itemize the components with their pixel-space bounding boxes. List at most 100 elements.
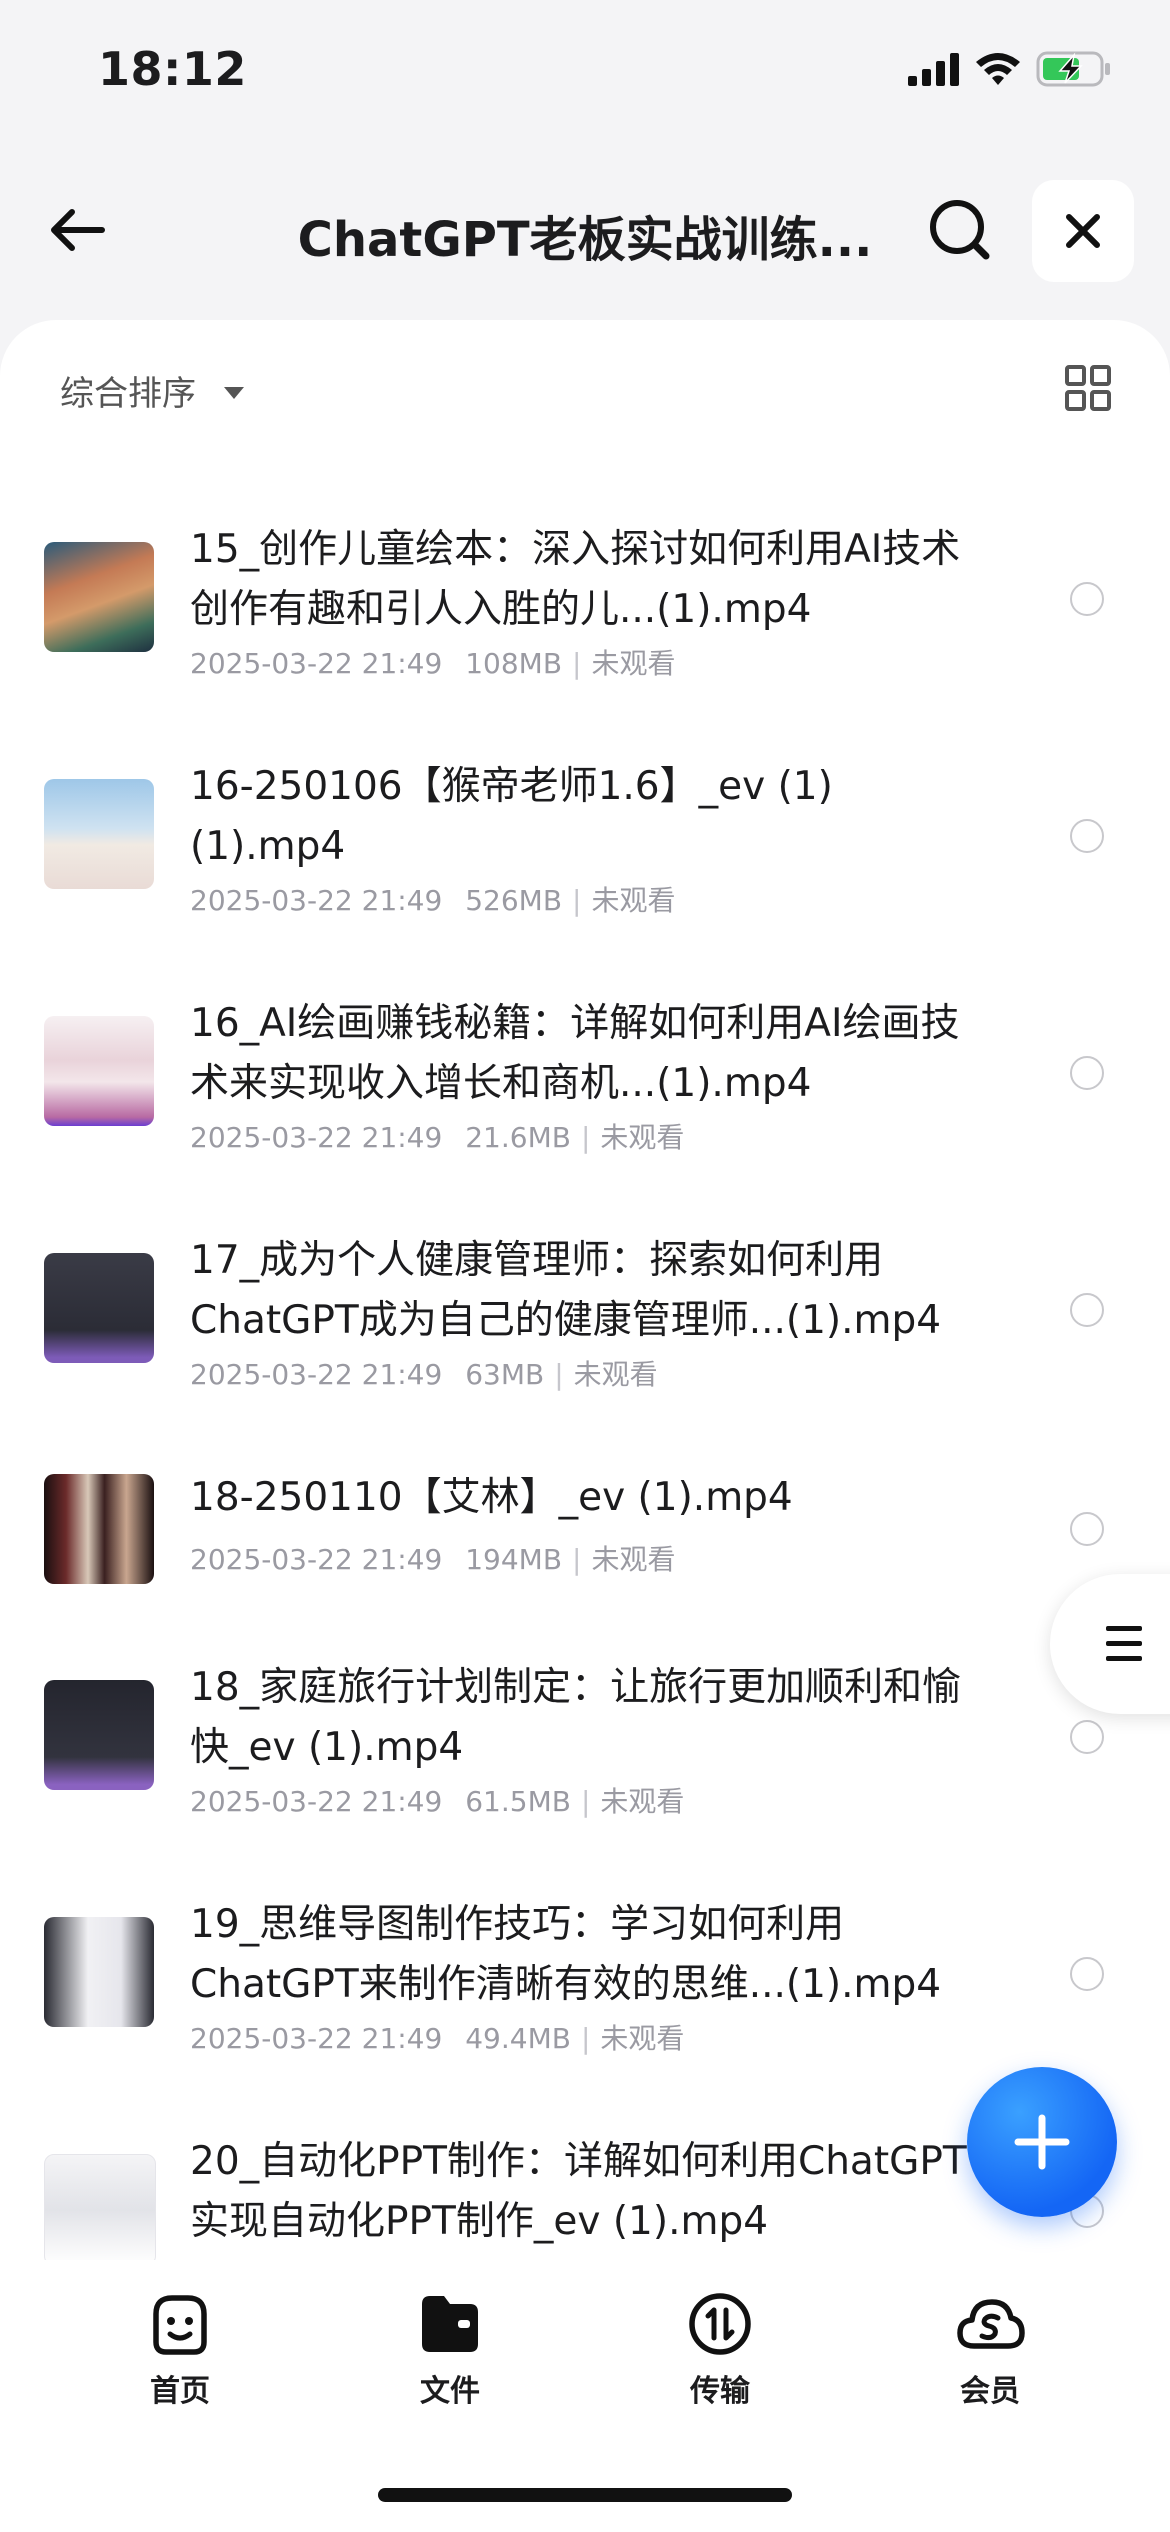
- tab-home[interactable]: 首页: [110, 2288, 250, 2410]
- tab-vip[interactable]: 会员: [920, 2288, 1060, 2410]
- list-item[interactable]: 15_创作儿童绘本：深入探讨如何利用AI技术创作有趣和引人入胜的儿...(1).…: [0, 500, 1170, 737]
- file-date: 2025-03-22 21:49: [190, 1121, 443, 1154]
- transfer-icon: [689, 2293, 751, 2355]
- list-item[interactable]: 18-250110【艾林】_ev (1).mp4 2025-03-22 21:4…: [0, 1448, 1170, 1638]
- file-list: 15_创作儿童绘本：深入探讨如何利用AI技术创作有趣和引人入胜的儿...(1).…: [0, 500, 1170, 2260]
- file-meta: 2025-03-22 21:49 49.4MB | 未观看: [190, 2017, 684, 2057]
- watch-status: 未观看: [591, 1543, 676, 1576]
- meta-divider: |: [572, 647, 582, 680]
- file-name: 17_成为个人健康管理师：探索如何利用ChatGPT成为自己的健康管理师...(…: [190, 1238, 942, 1343]
- file-size: 194MB: [465, 1543, 563, 1576]
- file-date: 2025-03-22 21:49: [190, 1358, 443, 1391]
- caret-down-icon: [224, 386, 244, 399]
- file-size: 49.4MB: [465, 2022, 571, 2055]
- file-meta: 2025-03-22 21:49 63MB | 未观看: [190, 1353, 658, 1393]
- list-item[interactable]: 17_成为个人健康管理师：探索如何利用ChatGPT成为自己的健康管理师...(…: [0, 1211, 1170, 1448]
- file-name: 15_创作儿童绘本：深入探讨如何利用AI技术创作有趣和引人入胜的儿...(1).…: [190, 527, 961, 632]
- file-name: 16_AI绘画赚钱秘籍：详解如何利用AI绘画技术来实现收入增长和商机...(1)…: [190, 1001, 960, 1106]
- file-size: 108MB: [465, 647, 563, 680]
- tab-label: 首页: [150, 2374, 210, 2409]
- tab-label: 传输: [690, 2374, 750, 2409]
- tab-files[interactable]: 文件: [380, 2288, 520, 2410]
- file-date: 2025-03-22 21:49: [190, 1543, 443, 1576]
- list-item[interactable]: 19_思维导图制作技巧：学习如何利用ChatGPT来制作清晰有效的思维...(1…: [0, 1875, 1170, 2112]
- meta-divider: |: [580, 1121, 591, 1154]
- meta-divider: |: [572, 884, 582, 917]
- sort-label: 综合排序: [60, 374, 196, 414]
- home-indicator: [378, 2488, 792, 2502]
- list-item[interactable]: 16_AI绘画赚钱秘籍：详解如何利用AI绘画技术来实现收入增长和商机...(1)…: [0, 974, 1170, 1211]
- file-size: 61.5MB: [465, 1785, 571, 1818]
- file-date: 2025-03-22 21:49: [190, 647, 443, 680]
- video-thumbnail: [44, 1474, 154, 1584]
- arrow-left-icon: [51, 209, 105, 251]
- search-icon: [930, 200, 990, 260]
- file-date: 2025-03-22 21:49: [190, 1785, 443, 1818]
- file-name: 20_自动化PPT制作：详解如何利用ChatGPT实现自动化PPT制作_ev (…: [190, 2139, 967, 2244]
- file-name: 19_思维导图制作技巧：学习如何利用ChatGPT来制作清晰有效的思维...(1…: [190, 1902, 942, 2007]
- file-size: 21.6MB: [465, 1121, 571, 1154]
- add-button[interactable]: [967, 2067, 1117, 2217]
- file-name: 18-250110【艾林】_ev (1).mp4: [190, 1475, 793, 1520]
- grid-view-button[interactable]: [1064, 364, 1112, 412]
- meta-divider: |: [580, 2022, 591, 2055]
- wifi-icon: [976, 53, 1020, 85]
- file-meta: 2025-03-22 21:49 194MB | 未观看: [190, 1538, 676, 1578]
- search-button[interactable]: [920, 190, 1000, 270]
- close-icon: [1066, 214, 1100, 248]
- watch-status: 未观看: [591, 884, 676, 917]
- file-meta: 2025-03-22 21:49 526MB | 未观看: [190, 879, 676, 919]
- close-button[interactable]: [1032, 180, 1134, 282]
- meta-divider: |: [580, 1785, 591, 1818]
- file-size: 63MB: [465, 1358, 545, 1391]
- battery-charging-icon: [1036, 51, 1110, 87]
- smile-face-icon: [153, 2295, 207, 2355]
- watch-status: 未观看: [600, 1785, 685, 1818]
- watch-status: 未观看: [600, 2022, 685, 2055]
- select-radio[interactable]: [1070, 819, 1104, 853]
- file-date: 2025-03-22 21:49: [190, 884, 443, 917]
- file-name: 16-250106【猴帝老师1.6】_ev (1) (1).mp4: [190, 764, 833, 869]
- video-thumbnail: [44, 1253, 154, 1363]
- watch-status: 未观看: [573, 1358, 658, 1391]
- back-button[interactable]: [40, 190, 120, 270]
- tab-label: 会员: [960, 2374, 1020, 2409]
- list-item[interactable]: 16-250106【猴帝老师1.6】_ev (1) (1).mp4 2025-0…: [0, 737, 1170, 974]
- file-meta: 2025-03-22 21:49 61.5MB | 未观看: [190, 1780, 684, 1820]
- list-item[interactable]: 18_家庭旅行计划制定：让旅行更加顺利和愉快_ev (1).mp4 2025-0…: [0, 1638, 1170, 1875]
- watch-status: 未观看: [591, 647, 676, 680]
- video-thumbnail: [44, 779, 154, 889]
- status-time: 18:12: [98, 42, 247, 96]
- status-icons: [908, 50, 1112, 88]
- file-name: 18_家庭旅行计划制定：让旅行更加顺利和愉快_ev (1).mp4: [190, 1665, 962, 1770]
- cloud-s-icon: [957, 2299, 1025, 2349]
- status-bar: 18:12: [0, 0, 1170, 150]
- plus-icon: [1014, 2114, 1070, 2170]
- video-thumbnail: [44, 1016, 154, 1126]
- page-title: ChatGPT老板实战训练...: [297, 212, 873, 268]
- sort-dropdown[interactable]: 综合排序: [60, 366, 244, 415]
- video-thumbnail: [44, 2154, 156, 2260]
- meta-divider: |: [554, 1358, 564, 1391]
- select-radio[interactable]: [1070, 582, 1104, 616]
- meta-divider: |: [572, 1543, 582, 1576]
- file-size: 526MB: [465, 884, 563, 917]
- tab-transfer[interactable]: 传输: [650, 2288, 790, 2410]
- video-thumbnail: [44, 1680, 154, 1790]
- select-radio[interactable]: [1070, 1293, 1104, 1327]
- cellular-signal-icon: [908, 53, 959, 86]
- video-thumbnail: [44, 542, 154, 652]
- select-radio[interactable]: [1070, 1957, 1104, 1991]
- select-radio[interactable]: [1070, 1720, 1104, 1754]
- tab-label: 文件: [420, 2374, 480, 2409]
- grid-icon: [1065, 365, 1111, 411]
- menu-lines-icon: [1106, 1626, 1142, 1661]
- select-radio[interactable]: [1070, 1512, 1104, 1546]
- file-meta: 2025-03-22 21:49 21.6MB | 未观看: [190, 1116, 684, 1156]
- file-meta: 2025-03-22 21:49 108MB | 未观看: [190, 642, 676, 682]
- folder-icon: [422, 2296, 478, 2352]
- header: ChatGPT老板实战训练...: [0, 170, 1170, 290]
- file-date: 2025-03-22 21:49: [190, 2022, 443, 2055]
- video-thumbnail: [44, 1917, 154, 2027]
- select-radio[interactable]: [1070, 1056, 1104, 1090]
